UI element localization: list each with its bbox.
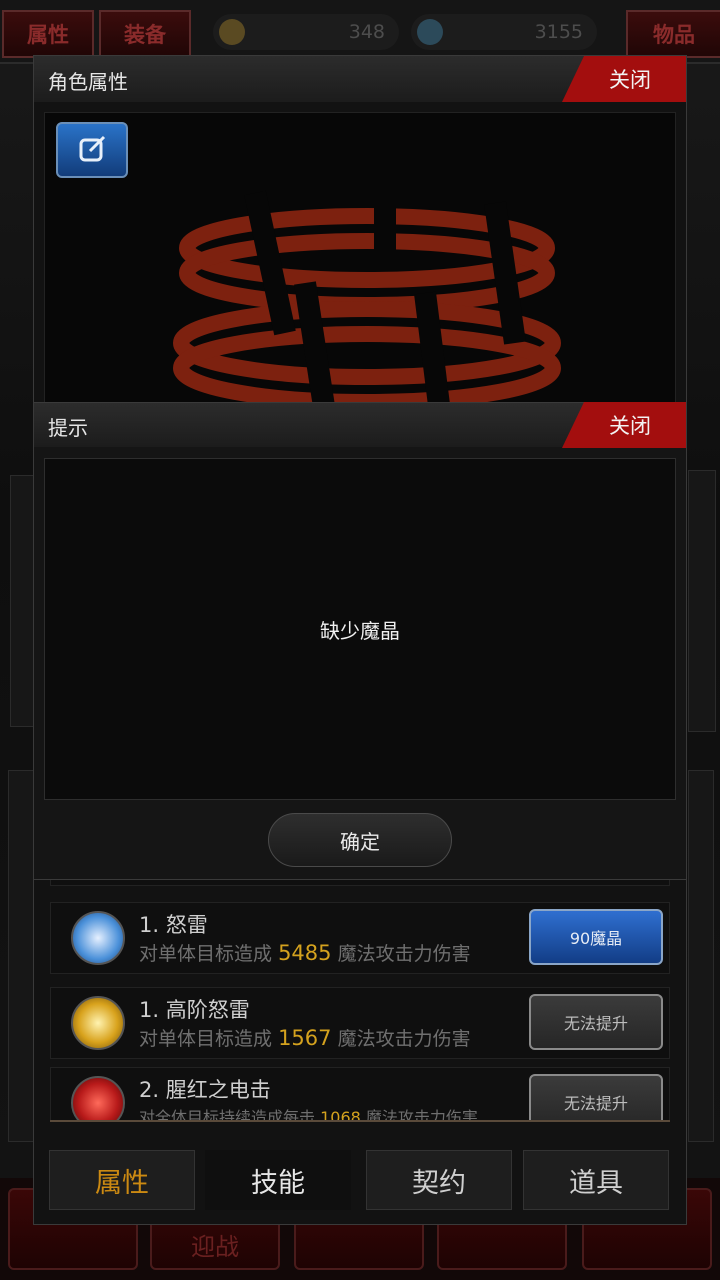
alert-message: 缺少魔晶 xyxy=(320,618,400,643)
skill-damage-value: 5485 xyxy=(278,941,332,965)
skill-row: 1. 怒雷 对单体目标造成 5485 魔法攻击力伤害 90魔晶 xyxy=(50,902,670,974)
resource-value-2: 3155 xyxy=(534,21,583,43)
tab-attributes-bg[interactable]: 属性 xyxy=(2,10,94,58)
alert-title: 提示 xyxy=(48,416,88,440)
resource-value-1: 348 xyxy=(348,21,385,43)
skill-row: 2. 腥红之电击 对全体目标持续造成每击 1068 魔法攻击力伤害 无法提升 xyxy=(50,1067,670,1121)
skill-name: 2. 腥红之电击 xyxy=(139,1078,271,1102)
skill-name: 1. 高阶怒雷 xyxy=(139,998,250,1022)
bottom-nav-battle-label: 迎战 xyxy=(191,1233,239,1261)
dialog-title: 角色属性 xyxy=(48,70,128,94)
lightning-skill-icon xyxy=(71,911,125,965)
confirm-button[interactable]: 确定 xyxy=(268,813,452,867)
tab-skills[interactable]: 技能 xyxy=(205,1150,351,1210)
advanced-lightning-skill-icon xyxy=(71,996,125,1050)
skill-row: 1. 高阶怒雷 对单体目标造成 1567 魔法攻击力伤害 无法提升 xyxy=(50,987,670,1059)
tab-equipment-bg[interactable]: 装备 xyxy=(99,10,191,58)
edit-button[interactable] xyxy=(56,122,128,178)
right-panel-bg xyxy=(688,470,716,732)
skill-description: 对单体目标造成 1567 魔法攻击力伤害 xyxy=(139,1026,471,1050)
tab-items[interactable]: 道具 xyxy=(523,1150,669,1210)
character-preview xyxy=(44,112,676,412)
tab-items-bg[interactable]: 物品 xyxy=(626,10,720,58)
upgrade-skill-button[interactable]: 90魔晶 xyxy=(529,909,663,965)
skill-description: 对单体目标造成 5485 魔法攻击力伤害 xyxy=(139,941,471,965)
right-list-bg xyxy=(688,770,714,1142)
list-divider xyxy=(50,1120,670,1122)
edit-icon xyxy=(79,135,106,162)
skull-icon xyxy=(417,19,443,45)
skill-description: 对全体目标持续造成每击 1068 魔法攻击力伤害 xyxy=(139,1104,478,1120)
skill-name: 1. 怒雷 xyxy=(139,913,208,937)
resource-counter-1: 348 xyxy=(213,14,399,50)
resource-counter-2: 3155 xyxy=(411,14,597,50)
tab-contract[interactable]: 契约 xyxy=(366,1150,512,1210)
star-badge-icon xyxy=(219,19,245,45)
skill-damage-value: 1567 xyxy=(278,1026,332,1050)
cannot-upgrade-button[interactable]: 无法提升 xyxy=(529,994,663,1050)
magic-rings-graphic xyxy=(173,190,561,411)
left-list-bg xyxy=(8,770,36,1142)
crimson-shock-skill-icon xyxy=(71,1076,125,1120)
cannot-upgrade-button[interactable]: 无法提升 xyxy=(529,1074,663,1120)
tab-attributes[interactable]: 属性 xyxy=(49,1150,195,1210)
alert-body: 缺少魔晶 xyxy=(44,458,676,800)
